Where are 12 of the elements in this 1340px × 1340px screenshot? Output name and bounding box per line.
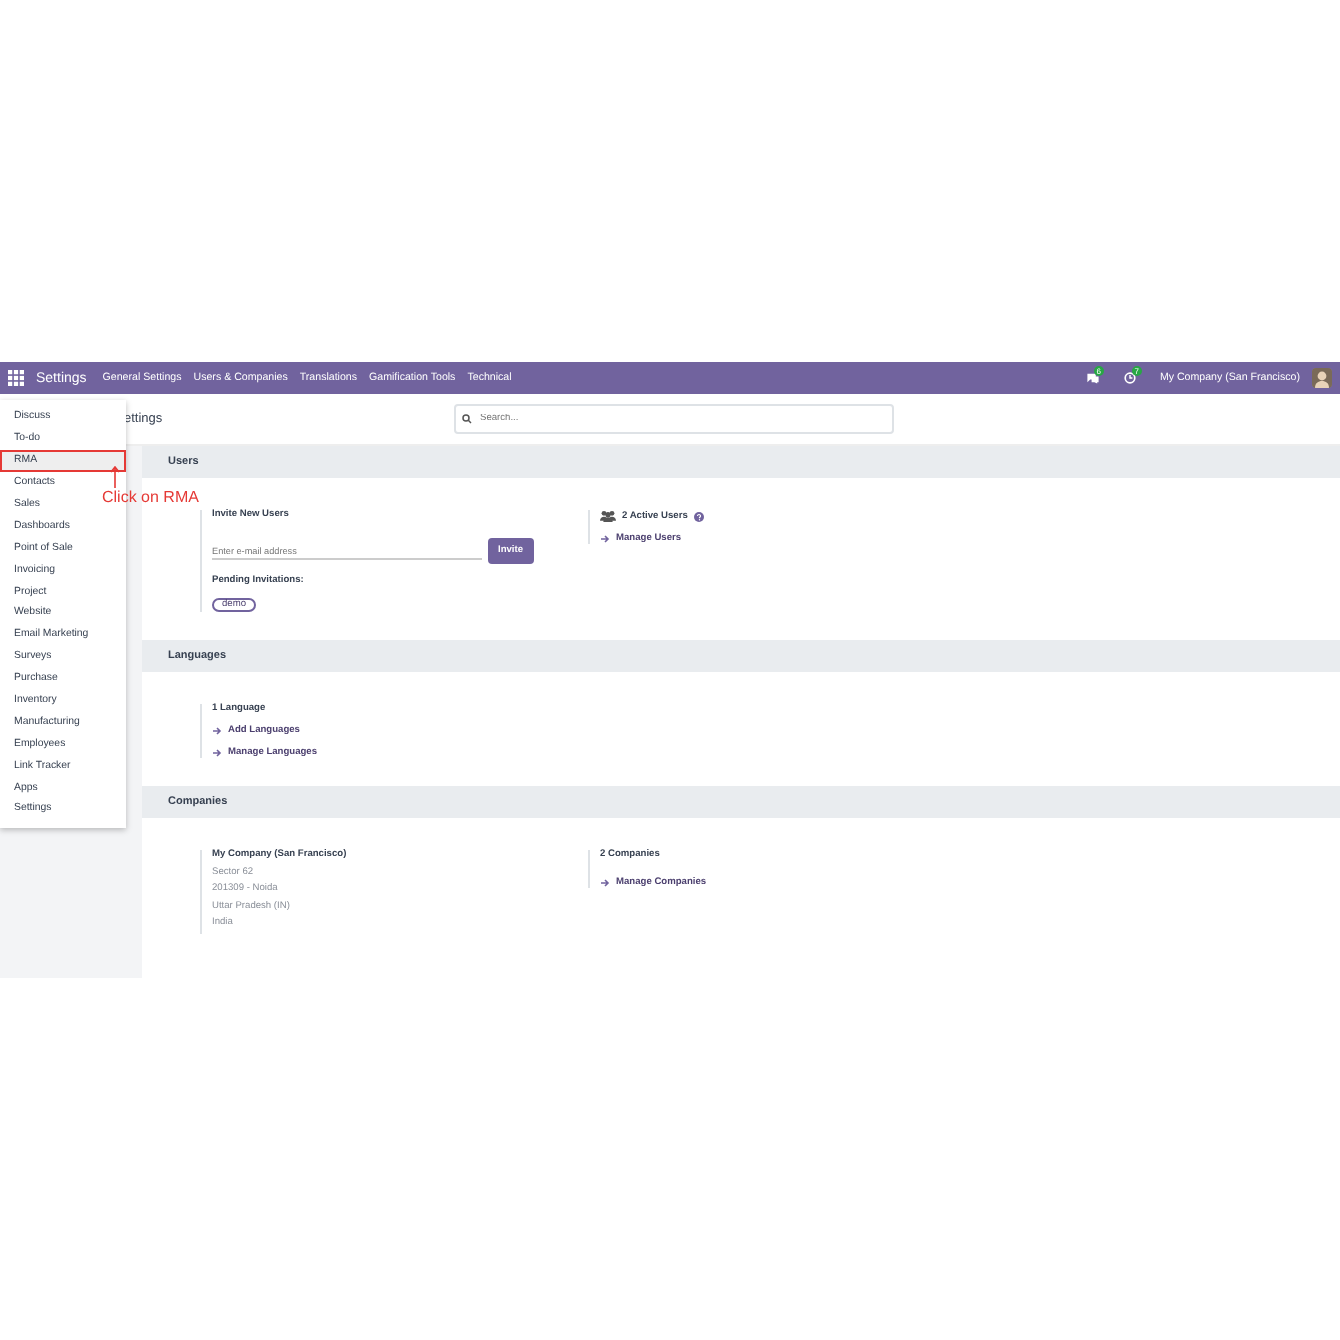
help-icon[interactable]: [693, 511, 704, 521]
chat-icon[interactable]: [1085, 372, 1100, 384]
apps-menu-icon[interactable]: [8, 370, 24, 386]
arrow-icon: [600, 878, 610, 888]
arrow-icon: [600, 534, 610, 544]
annotation-label: Click on RMA: [102, 488, 199, 506]
arrow-icon: [212, 726, 222, 736]
users-icon: [600, 510, 616, 522]
arrow-icon: [212, 748, 222, 758]
clock-icon[interactable]: [1123, 372, 1136, 384]
avatar-icon[interactable]: [1312, 368, 1332, 388]
callout-arrow-tooltip: [110, 466, 120, 488]
